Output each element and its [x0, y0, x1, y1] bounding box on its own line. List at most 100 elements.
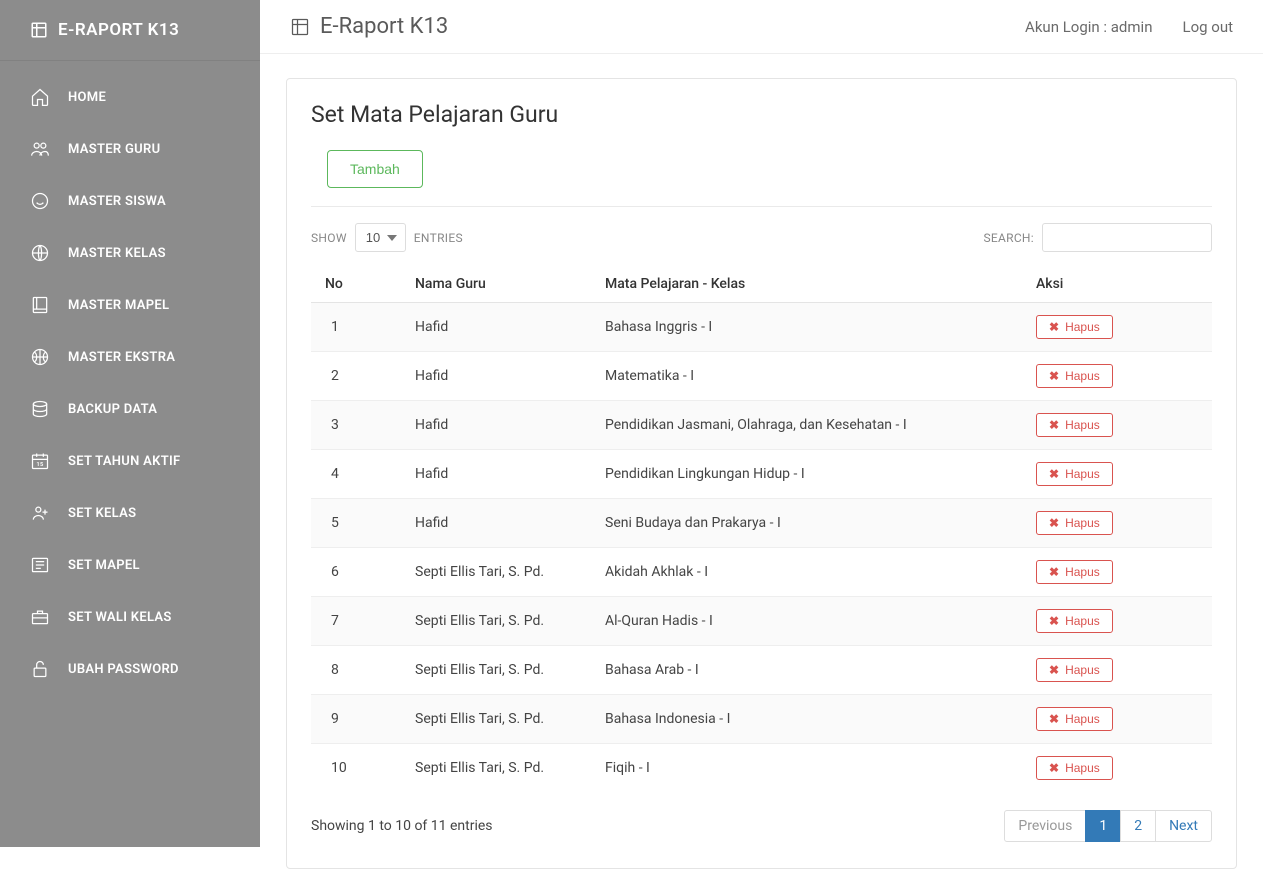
th-no[interactable]: No	[311, 266, 401, 303]
cell-nama-guru: Hafid	[401, 303, 591, 352]
account-label[interactable]: Akun Login : admin	[1025, 18, 1152, 36]
th-mata-pelajaran[interactable]: Mata Pelajaran - Kelas	[591, 266, 1022, 303]
search-control: SEARCH:	[983, 223, 1212, 252]
sidebar-item-master-ekstra[interactable]: MASTER EKSTRA	[0, 331, 260, 383]
cell-no: 5	[311, 499, 401, 548]
close-icon: ✖	[1049, 320, 1059, 334]
sidebar-item-ubah-password[interactable]: UBAH PASSWORD	[0, 643, 260, 695]
sidebar-item-label: MASTER GURU	[68, 142, 160, 157]
delete-button[interactable]: ✖Hapus	[1036, 658, 1113, 682]
pagination: Previous12Next	[1005, 810, 1212, 842]
delete-label: Hapus	[1065, 418, 1100, 432]
table-info: Showing 1 to 10 of 11 entries	[311, 818, 493, 834]
sidebar-item-label: SET KELAS	[68, 506, 136, 521]
sidebar-item-set-wali-kelas[interactable]: SET WALI KELAS	[0, 591, 260, 643]
cell-no: 7	[311, 597, 401, 646]
data-table: No Nama Guru Mata Pelajaran - Kelas Aksi…	[311, 266, 1212, 792]
cell-no: 9	[311, 695, 401, 744]
cell-mata-pelajaran: Al-Quran Hadis - I	[591, 597, 1022, 646]
sidebar-item-master-siswa[interactable]: MASTER SISWA	[0, 175, 260, 227]
sidebar-item-label: BACKUP DATA	[68, 402, 157, 417]
table-row: 2HafidMatematika - I✖Hapus	[311, 352, 1212, 401]
delete-button[interactable]: ✖ Hapus	[1036, 413, 1113, 437]
sidebar-item-label: SET WALI KELAS	[68, 610, 172, 625]
th-aksi[interactable]: Aksi	[1022, 266, 1212, 303]
table-row: 1HafidBahasa Inggris - I✖Hapus	[311, 303, 1212, 352]
length-select[interactable]: 10	[355, 223, 406, 252]
unlock-icon	[30, 659, 50, 679]
cell-mata-pelajaran: Pendidikan Lingkungan Hidup - I	[591, 450, 1022, 499]
delete-button[interactable]: ✖Hapus	[1036, 315, 1113, 339]
page-title: Set Mata Pelajaran Guru	[311, 101, 1212, 128]
delete-button[interactable]: ✖ Hapus	[1036, 756, 1113, 780]
sidebar: E-RAPORT K13 HOME MASTER GURU MASTER SIS…	[0, 0, 260, 847]
users-icon	[30, 139, 50, 159]
search-input[interactable]	[1042, 223, 1212, 252]
sidebar-item-label: UBAH PASSWORD	[68, 662, 179, 677]
database-icon	[30, 399, 50, 419]
pagination-next[interactable]: Next	[1155, 810, 1212, 842]
sidebar-item-home[interactable]: HOME	[0, 71, 260, 123]
cell-nama-guru: Hafid	[401, 352, 591, 401]
add-button[interactable]: Tambah	[327, 150, 423, 188]
th-nama-guru[interactable]: Nama Guru	[401, 266, 591, 303]
close-icon: ✖	[1049, 467, 1059, 481]
delete-button[interactable]: ✖Hapus	[1036, 511, 1113, 535]
sidebar-item-set-tahun-aktif[interactable]: 15 SET TAHUN AKTIF	[0, 435, 260, 487]
main: E-Raport K13 Akun Login : admin Log out …	[260, 0, 1263, 893]
svg-text:15: 15	[36, 462, 44, 468]
length-entries-label: ENTRIES	[414, 231, 463, 245]
close-icon: ✖	[1049, 565, 1059, 579]
close-icon: ✖	[1049, 761, 1059, 775]
divider	[311, 206, 1212, 207]
smile-icon	[30, 191, 50, 211]
user-plus-icon	[30, 503, 50, 523]
topbar-title: E-Raport K13	[290, 14, 448, 39]
sidebar-item-set-kelas[interactable]: SET KELAS	[0, 487, 260, 539]
home-icon	[30, 87, 50, 107]
sidebar-item-master-mapel[interactable]: MASTER MAPEL	[0, 279, 260, 331]
cell-aksi: ✖Hapus	[1022, 450, 1212, 499]
sidebar-item-backup-data[interactable]: BACKUP DATA	[0, 383, 260, 435]
delete-button[interactable]: ✖Hapus	[1036, 707, 1113, 731]
topbar-title-text: E-Raport K13	[320, 14, 448, 39]
sidebar-item-master-guru[interactable]: MASTER GURU	[0, 123, 260, 175]
brand[interactable]: E-RAPORT K13	[0, 0, 260, 60]
sidebar-item-master-kelas[interactable]: MASTER KELAS	[0, 227, 260, 279]
delete-button[interactable]: ✖Hapus	[1036, 364, 1113, 388]
sidebar-item-label: SET MAPEL	[68, 558, 140, 573]
table-controls: SHOW 10 ENTRIES SEARCH:	[311, 223, 1212, 252]
cell-no: 2	[311, 352, 401, 401]
sidebar-item-label: MASTER KELAS	[68, 246, 166, 261]
sidebar-item-set-mapel[interactable]: SET MAPEL	[0, 539, 260, 591]
cell-mata-pelajaran: Akidah Akhlak - I	[591, 548, 1022, 597]
cell-no: 4	[311, 450, 401, 499]
delete-button[interactable]: ✖Hapus	[1036, 462, 1113, 486]
cell-nama-guru: Septi Ellis Tari, S. Pd.	[401, 646, 591, 695]
close-icon: ✖	[1049, 516, 1059, 530]
cell-mata-pelajaran: Bahasa Arab - I	[591, 646, 1022, 695]
cell-aksi: ✖Hapus	[1022, 548, 1212, 597]
cell-nama-guru: Hafid	[401, 450, 591, 499]
cell-nama-guru: Septi Ellis Tari, S. Pd.	[401, 695, 591, 744]
cell-mata-pelajaran: Seni Budaya dan Prakarya - I	[591, 499, 1022, 548]
cell-mata-pelajaran: Bahasa Inggris - I	[591, 303, 1022, 352]
delete-label: Hapus	[1065, 761, 1100, 775]
calendar-icon: 15	[30, 451, 50, 471]
delete-button[interactable]: ✖Hapus	[1036, 609, 1113, 633]
close-icon: ✖	[1049, 418, 1059, 432]
logout-link[interactable]: Log out	[1182, 18, 1233, 36]
briefcase-icon	[30, 607, 50, 627]
cell-nama-guru: Septi Ellis Tari, S. Pd.	[401, 548, 591, 597]
table-row: 8Septi Ellis Tari, S. Pd.Bahasa Arab - I…	[311, 646, 1212, 695]
sidebar-item-label: MASTER SISWA	[68, 194, 166, 209]
table-row: 6Septi Ellis Tari, S. Pd.Akidah Akhlak -…	[311, 548, 1212, 597]
sidebar-item-label: MASTER MAPEL	[68, 298, 169, 313]
delete-button[interactable]: ✖Hapus	[1036, 560, 1113, 584]
delete-label: Hapus	[1065, 712, 1100, 726]
pagination-previous[interactable]: Previous	[1004, 810, 1086, 842]
pagination-page[interactable]: 2	[1120, 810, 1156, 842]
delete-label: Hapus	[1065, 663, 1100, 677]
globe-icon	[30, 243, 50, 263]
pagination-page[interactable]: 1	[1085, 810, 1121, 842]
